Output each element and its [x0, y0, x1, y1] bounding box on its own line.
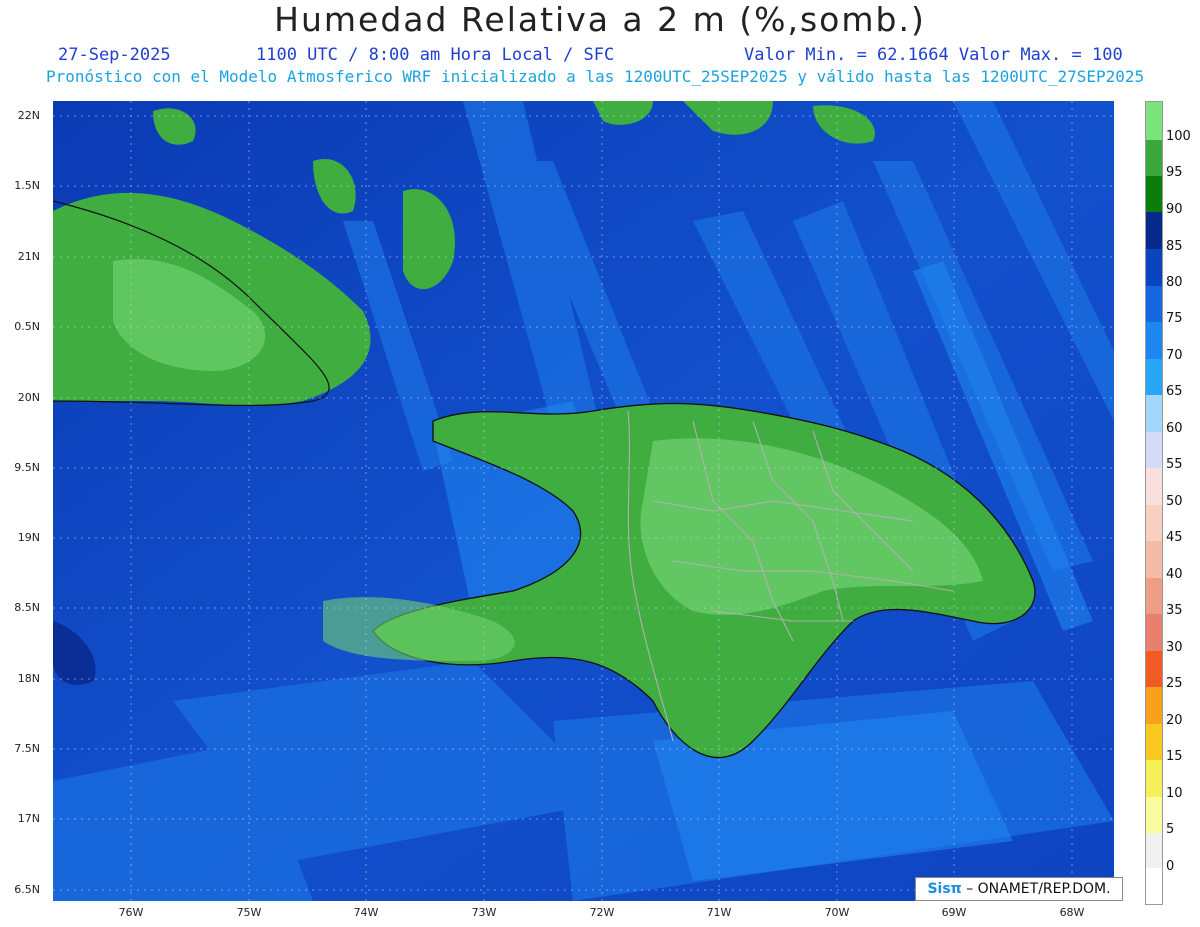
credit-box: Sisπ – ONAMET/REP.DOM. [915, 877, 1123, 901]
colorbar-label-50: 50 [1166, 494, 1183, 509]
lon-label-74w: 74W [353, 906, 379, 919]
lat-label-16-5n: 6.5N [14, 883, 40, 896]
colorbar-swatch [1146, 760, 1162, 797]
lon-label-71w: 71W [706, 906, 732, 919]
colorbar-swatch [1146, 833, 1162, 868]
colorbar-label-0: 0 [1166, 859, 1175, 874]
lat-label-21n: 21N [17, 250, 40, 263]
lat-label-18-5n: 8.5N [14, 601, 40, 614]
colorbar-swatch [1146, 541, 1162, 578]
lat-label-19n: 19N [17, 531, 40, 544]
colorbar-label-65: 65 [1166, 384, 1183, 399]
lon-label-69w: 69W [941, 906, 967, 919]
colorbar-label-35: 35 [1166, 603, 1183, 618]
colorbar-swatch [1146, 651, 1162, 687]
model-info: Pronóstico con el Modelo Atmosferico WRF… [46, 67, 1145, 86]
lat-label-20-5n: 0.5N [14, 320, 40, 333]
colorbar-swatch [1146, 505, 1162, 541]
lon-label-76w: 76W [118, 906, 144, 919]
colorbar-label-80: 80 [1166, 275, 1183, 290]
lon-label-73w: 73W [471, 906, 497, 919]
colorbar-label-100: 100 [1166, 129, 1191, 144]
colorbar-label-95: 95 [1166, 165, 1183, 180]
colorbar-swatch [1146, 395, 1162, 432]
lat-label-20n: 20N [17, 391, 40, 404]
colorbar-label-25: 25 [1166, 676, 1183, 691]
lat-label-22n: 22N [17, 109, 40, 122]
lon-label-70w: 70W [824, 906, 850, 919]
colorbar-swatch [1146, 212, 1162, 249]
colorbar-label-60: 60 [1166, 421, 1183, 436]
colorbar-label-10: 10 [1166, 786, 1183, 801]
colorbar-label-20: 20 [1166, 713, 1183, 728]
colorbar-swatch [1146, 432, 1162, 468]
lat-label-17-5n: 7.5N [14, 742, 40, 755]
colorbar-swatch [1146, 687, 1162, 724]
map-canvas [53, 101, 1114, 901]
colorbar-label-45: 45 [1166, 530, 1183, 545]
colorbar-swatch [1146, 724, 1162, 760]
colorbar-label-5: 5 [1166, 822, 1175, 837]
colorbar-swatch [1146, 614, 1162, 651]
colorbar-label-40: 40 [1166, 567, 1183, 582]
sispi-logo: Sisπ [927, 881, 962, 897]
colorbar-label-15: 15 [1166, 749, 1183, 764]
chart-title: Humedad Relativa a 2 m (%,somb.) [274, 0, 926, 39]
colorbar-swatch [1146, 140, 1162, 176]
colorbar-swatch [1146, 286, 1162, 322]
colorbar-swatch [1146, 797, 1162, 833]
colorbar-swatch [1146, 468, 1162, 505]
colorbar-label-55: 55 [1166, 457, 1183, 472]
colorbar-label-30: 30 [1166, 640, 1183, 655]
colorbar-label-70: 70 [1166, 348, 1183, 363]
lon-label-68w: 68W [1059, 906, 1085, 919]
colorbar-swatch [1146, 359, 1162, 395]
lat-label-19-5n: 9.5N [14, 461, 40, 474]
forecast-date: 27-Sep-2025 [58, 45, 171, 65]
credit-text: – ONAMET/REP.DOM. [966, 881, 1111, 897]
lon-label-75w: 75W [236, 906, 262, 919]
lon-label-72w: 72W [589, 906, 615, 919]
lat-label-21-5n: 1.5N [14, 179, 40, 192]
colorbar-label-75: 75 [1166, 311, 1183, 326]
lat-label-18n: 18N [17, 672, 40, 685]
colorbar-swatch [1146, 578, 1162, 614]
lat-label-17n: 17N [17, 812, 40, 825]
value-range: Valor Min. = 62.1664 Valor Max. = 100 [744, 45, 1123, 65]
colorbar-swatch [1146, 176, 1162, 212]
colorbar-swatch [1146, 322, 1162, 359]
colorbar-label-90: 90 [1166, 202, 1183, 217]
colorbar-label-85: 85 [1166, 239, 1183, 254]
humidity-map [53, 101, 1114, 901]
colorbar [1145, 101, 1163, 905]
colorbar-swatch [1146, 249, 1162, 286]
colorbar-swatch [1146, 102, 1162, 140]
forecast-time: 1100 UTC / 8:00 am Hora Local / SFC [256, 45, 615, 65]
